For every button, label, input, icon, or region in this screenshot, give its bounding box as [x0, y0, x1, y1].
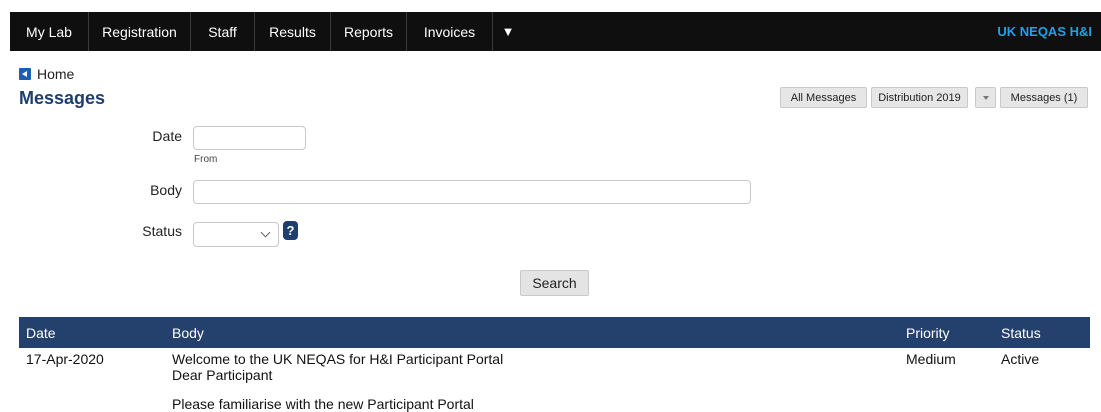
- body-input[interactable]: [193, 180, 751, 204]
- row-date: 17-Apr-2020: [26, 351, 104, 367]
- row-body-text: Please familiarise with the new Particip…: [172, 396, 474, 412]
- back-arrow-icon: [19, 68, 31, 80]
- nav-registration[interactable]: Registration: [89, 12, 191, 51]
- status-select[interactable]: [193, 222, 279, 247]
- table-header: Date Body Priority Status: [19, 317, 1090, 348]
- messages-button[interactable]: Messages (1): [1000, 87, 1088, 108]
- search-button[interactable]: Search: [520, 270, 589, 296]
- caret-down-icon: [982, 95, 989, 100]
- column-header-body[interactable]: Body: [172, 325, 204, 341]
- row-body-subject: Welcome to the UK NEQAS for H&I Particip…: [172, 351, 504, 367]
- page-title: Messages: [19, 88, 106, 108]
- row-body-greeting: Dear Participant: [172, 367, 273, 383]
- column-header-priority[interactable]: Priority: [906, 325, 950, 341]
- help-icon[interactable]: ?: [283, 221, 298, 240]
- status-label: Status: [142, 223, 182, 239]
- date-from-input[interactable]: [193, 126, 306, 150]
- nav-my-lab[interactable]: My Lab: [10, 12, 89, 51]
- distribution-button[interactable]: Distribution 2019: [871, 87, 968, 108]
- date-label: Date: [152, 128, 182, 144]
- nav-more-dropdown-icon[interactable]: ▼: [493, 12, 523, 51]
- brand-name[interactable]: UK NEQAS H&I: [997, 12, 1101, 51]
- nav-reports[interactable]: Reports: [331, 12, 407, 51]
- distribution-dropdown-button[interactable]: [975, 87, 996, 108]
- nav-invoices[interactable]: Invoices: [407, 12, 493, 51]
- chevron-down-icon: [260, 227, 271, 238]
- top-nav-bar: My Lab Registration Staff Results Report…: [10, 12, 1101, 51]
- column-header-status[interactable]: Status: [1001, 325, 1041, 341]
- row-status: Active: [1001, 351, 1040, 367]
- all-messages-button[interactable]: All Messages: [780, 87, 867, 108]
- breadcrumb-home-label: Home: [37, 66, 75, 82]
- body-label: Body: [150, 182, 182, 198]
- column-header-date[interactable]: Date: [26, 325, 56, 341]
- nav-staff[interactable]: Staff: [191, 12, 255, 51]
- row-priority: Medium: [906, 351, 956, 367]
- nav-results[interactable]: Results: [255, 12, 331, 51]
- breadcrumb-home[interactable]: Home: [19, 66, 74, 82]
- date-from-hint: From: [194, 154, 218, 165]
